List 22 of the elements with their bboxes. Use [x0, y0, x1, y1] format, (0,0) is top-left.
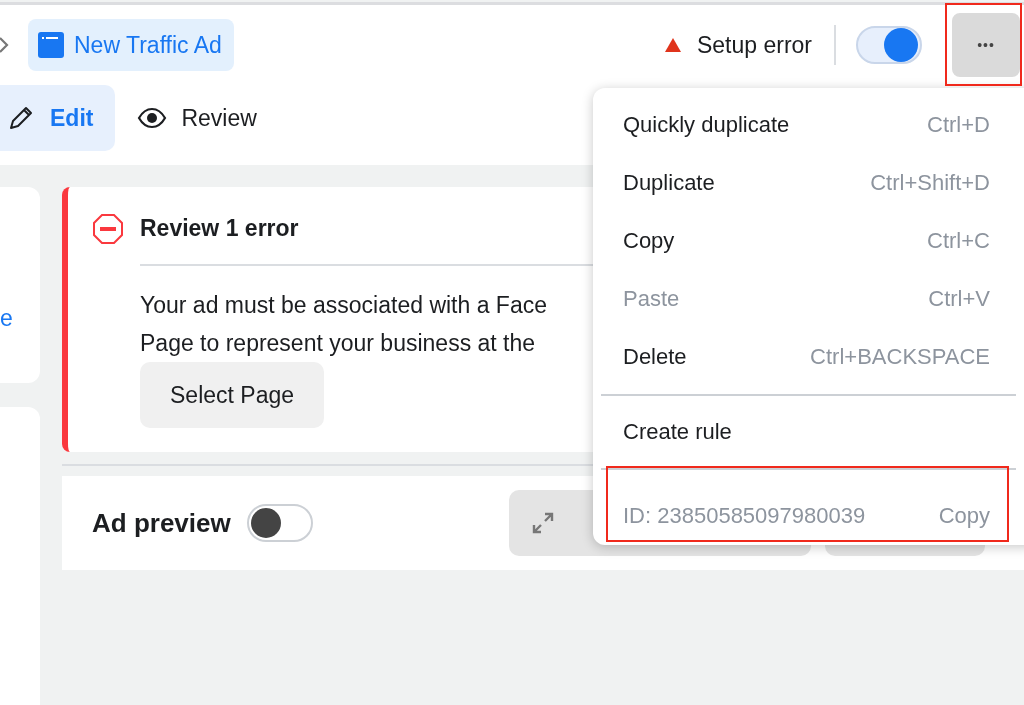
toggle-switch[interactable] [246, 504, 313, 542]
expand-icon [530, 511, 555, 535]
menu-item[interactable]: Create rule [593, 404, 1024, 460]
select-page-button[interactable]: Select Page [140, 362, 325, 428]
menu-item[interactable]: Quickly duplicate Ctrl+D [593, 96, 1024, 154]
tab[interactable]: Edit [0, 85, 116, 151]
error-message: Your ad must be associated with a Face [140, 291, 547, 320]
link-text[interactable]: e [0, 305, 13, 332]
status-text: Setup error [696, 31, 812, 59]
ad-icon [38, 32, 64, 58]
chevron-icon[interactable] [0, 36, 10, 54]
toggle-switch[interactable] [856, 26, 922, 64]
stop-icon [92, 213, 124, 245]
error-message: Page to represent your business at the [140, 329, 536, 358]
warning-icon [664, 38, 681, 52]
more-button[interactable]: ••• [952, 13, 1020, 77]
id-text: ID: 23850585097980039 [623, 503, 866, 529]
ad-breadcrumb[interactable]: New Traffic Ad [28, 19, 234, 71]
tab[interactable]: Review [131, 85, 279, 151]
menu-item[interactable]: Duplicate Ctrl+Shift+D [593, 154, 1024, 212]
menu-item[interactable]: Delete Ctrl+BACKSPACE [593, 328, 1024, 386]
preview-title: Ad preview [92, 507, 231, 539]
